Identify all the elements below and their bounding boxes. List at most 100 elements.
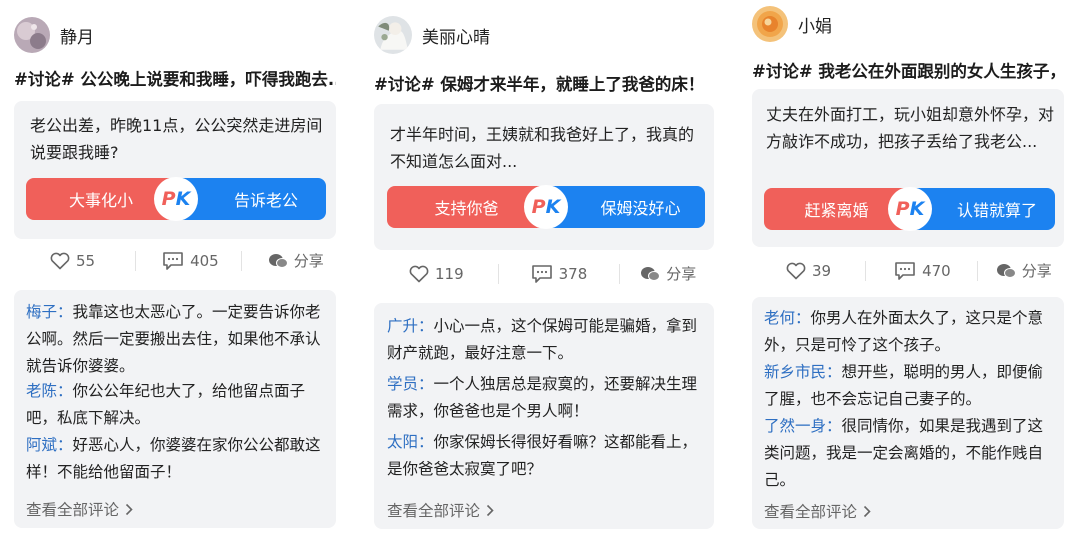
column-gap	[724, 0, 736, 533]
comment-item: 梅子：我靠这也太恶心了。一定要告诉你老公啊。然后一定要搬出去住，如果他不承认就告…	[26, 299, 328, 380]
comment-item: 了然一身：很同情你，如果是我遇到了这类问题，我是一定会离婚的，不能作贱自己。	[764, 413, 1056, 494]
chevron-right-icon	[486, 504, 494, 516]
avatar[interactable]	[374, 16, 412, 54]
comment-icon	[163, 251, 183, 270]
chevron-right-icon	[125, 503, 133, 515]
divider	[865, 260, 867, 281]
view-all-comments-link[interactable]: 查看全部评论	[764, 500, 871, 522]
pk-badge-k: K	[545, 196, 561, 218]
post-header: 小娟	[752, 6, 832, 42]
post-header: 美丽心晴	[374, 16, 490, 54]
pk-badge-k: K	[909, 198, 925, 220]
like-count: 119	[435, 264, 464, 283]
commenter-name[interactable]: 新乡市民：	[764, 363, 842, 381]
share-button[interactable]: 分享	[640, 263, 696, 284]
share-label: 分享	[1021, 262, 1052, 280]
action-bar: 119 378 分享	[409, 263, 696, 284]
share-label: 分享	[293, 252, 324, 270]
divider	[976, 260, 978, 281]
comment-item: 太阳：你家保姆长得很好看嘛？这都能看上，是你爸爸太寂寞了吧？	[387, 429, 705, 483]
view-all-label: 查看全部评论	[26, 501, 120, 519]
commenter-name[interactable]: 老何：	[764, 309, 811, 327]
pk-badge: PK	[888, 187, 932, 231]
pk-option-left[interactable]: 支持你爸	[387, 186, 546, 228]
comment-text: 小心一点，这个保姆可能是骗婚，拿到财产就跑，最好注意一下。	[387, 317, 698, 362]
comment-text: 一个人独居总是寂寞的，还要解决生理需求，你爸爸也是个男人啊！	[387, 375, 698, 420]
pk-bar: 支持你爸 保姆没好心 PK	[387, 185, 705, 229]
like-button[interactable]: 39	[786, 262, 831, 280]
comment-item: 广升：小心一点，这个保姆可能是骗婚，拿到财产就跑，最好注意一下。	[387, 313, 705, 367]
pk-badge-p: P	[161, 188, 176, 210]
comment-panel: 老何：你男人在外面太久了，这只是个意外，只是可怜了这个孩子。 新乡市民：想开些，…	[752, 297, 1064, 529]
share-icon	[641, 266, 661, 281]
post-header: 静月	[14, 17, 94, 53]
username[interactable]: 小娟	[798, 12, 832, 37]
pk-option-right[interactable]: 告诉老公	[176, 178, 326, 220]
comment-item: 阿斌：好恶心人，你婆婆在家你公公都敢这样！不能给他留面子！	[26, 432, 328, 486]
view-all-label: 查看全部评论	[387, 502, 481, 520]
share-label: 分享	[666, 265, 697, 283]
pk-badge-p: P	[531, 196, 546, 218]
pk-panel: 丈夫在外面打工，玩小姐却意外怀孕，对方敲诈不成功，把孩子丢给了我老公... 赶紧…	[752, 89, 1064, 247]
comment-panel: 梅子：我靠这也太恶心了。一定要告诉你老公啊。然后一定要搬出去住，如果他不承认就告…	[14, 290, 336, 528]
view-all-comments-link[interactable]: 查看全部评论	[26, 498, 133, 520]
commenter-name[interactable]: 阿斌：	[26, 436, 73, 454]
avatar[interactable]	[752, 6, 788, 42]
pk-badge-k: K	[175, 188, 191, 210]
like-count: 39	[812, 261, 832, 280]
pk-option-right[interactable]: 保姆没好心	[546, 186, 705, 228]
action-bar: 55 405 分享	[50, 250, 324, 271]
pk-question: 才半年时间，王姨就和我爸好上了，我真的不知道怎么面对...	[390, 125, 695, 171]
pk-panel: 老公出差，昨晚11点，公公突然走进房间说要跟我睡? 大事化小 告诉老公 PK	[14, 101, 336, 239]
view-all-label: 查看全部评论	[764, 503, 858, 521]
commenter-name[interactable]: 学员：	[387, 375, 434, 393]
comment-count: 405	[190, 251, 219, 270]
commenter-name[interactable]: 太阳：	[387, 433, 434, 451]
post-title[interactable]: #讨论# 我老公在外面跟别的女人生孩子，...	[752, 58, 1064, 82]
comment-icon	[531, 264, 552, 283]
pk-bar: 大事化小 告诉老公 PK	[26, 177, 326, 221]
like-count: 55	[76, 251, 96, 270]
post-title[interactable]: #讨论# 公公晚上说要和我睡，吓得我跑去...	[14, 66, 336, 90]
comment-panel: 广升：小心一点，这个保姆可能是骗婚，拿到财产就跑，最好注意一下。 学员：一个人独…	[374, 303, 714, 529]
comment-text: 你家保姆长得很好看嘛？这都能看上，是你爸爸太寂寞了吧？	[387, 433, 698, 478]
pk-question: 老公出差，昨晚11点，公公突然走进房间说要跟我睡?	[30, 116, 323, 162]
comment-icon	[895, 261, 915, 280]
share-button[interactable]: 分享	[996, 260, 1052, 281]
comment-button[interactable]: 470	[894, 261, 951, 281]
commenter-name[interactable]: 梅子：	[26, 303, 73, 321]
post-title[interactable]: #讨论# 保姆才来半年，就睡上了我爸的床！	[374, 71, 714, 95]
comment-button[interactable]: 405	[162, 251, 219, 271]
share-icon	[268, 253, 288, 268]
divider	[497, 263, 499, 284]
share-icon	[996, 263, 1016, 278]
heart-icon	[786, 262, 806, 279]
pk-badge: PK	[154, 177, 198, 221]
avatar[interactable]	[14, 17, 50, 53]
share-button[interactable]: 分享	[268, 250, 324, 271]
like-button[interactable]: 55	[50, 252, 95, 270]
commenter-name[interactable]: 老陈：	[26, 382, 73, 400]
pk-badge: PK	[524, 185, 568, 229]
view-all-comments-link[interactable]: 查看全部评论	[387, 499, 494, 521]
like-button[interactable]: 119	[409, 265, 464, 283]
pk-question: 丈夫在外面打工，玩小姐却意外怀孕，对方敲诈不成功，把孩子丢给了我老公...	[766, 105, 1055, 151]
commenter-name[interactable]: 了然一身：	[764, 417, 842, 435]
comment-item: 新乡市民：想开些，聪明的男人，即便偷了腥，也不会忘记自己妻子的。	[764, 359, 1056, 413]
comment-button[interactable]: 378	[531, 264, 588, 284]
comment-count: 378	[558, 264, 588, 283]
comment-item: 学员：一个人独居总是寂寞的，还要解决生理需求，你爸爸也是个男人啊！	[387, 371, 705, 425]
comment-count: 470	[922, 261, 951, 280]
column-gap	[344, 0, 356, 533]
comment-item: 老何：你男人在外面太久了，这只是个意外，只是可怜了这个孩子。	[764, 305, 1056, 359]
heart-icon	[50, 252, 70, 269]
pk-panel: 才半年时间，王姨就和我爸好上了，我真的不知道怎么面对... 支持你爸 保姆没好心…	[374, 104, 714, 250]
divider	[135, 250, 137, 271]
commenter-name[interactable]: 广升：	[387, 317, 434, 335]
chevron-right-icon	[863, 505, 871, 517]
action-bar: 39 470 分享	[786, 260, 1052, 281]
username[interactable]: 美丽心晴	[422, 23, 490, 48]
pk-bar: 赶紧离婚 认错就算了 PK	[764, 187, 1055, 231]
username[interactable]: 静月	[60, 23, 94, 48]
heart-icon	[409, 265, 429, 282]
